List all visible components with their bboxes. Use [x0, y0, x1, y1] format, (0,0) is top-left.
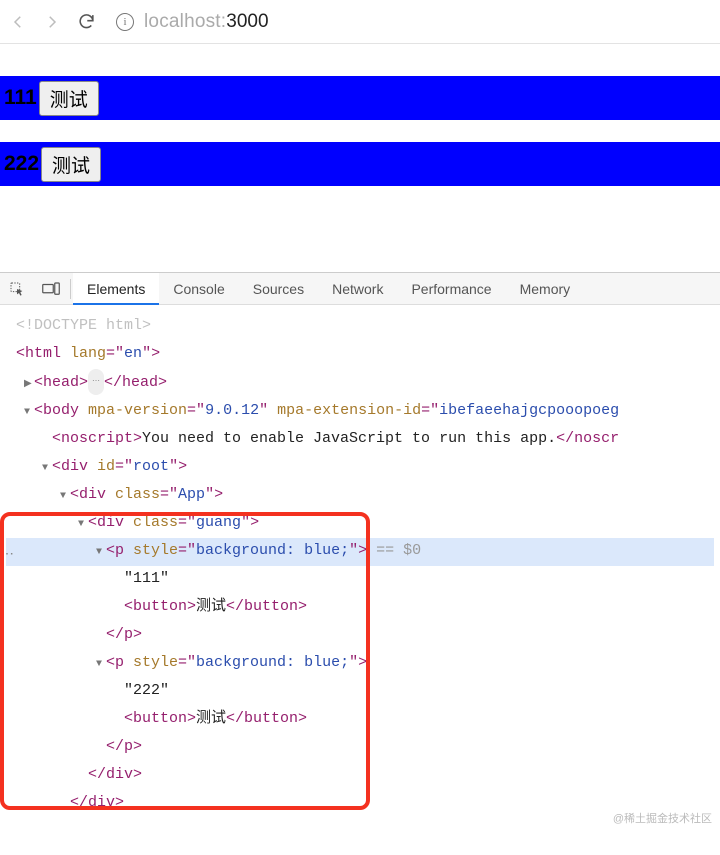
dom-line[interactable]: "222" — [6, 678, 714, 706]
content-row: 222 测试 — [0, 142, 720, 186]
dom-line[interactable]: ▼<p style="background: blue;"> — [6, 650, 714, 678]
dom-tree[interactable]: <!DOCTYPE html> <html lang="en"> ▶<head>… — [0, 305, 720, 838]
watermark: @稀土掘金技术社区 — [613, 806, 712, 832]
dom-line[interactable]: </div> — [6, 790, 714, 818]
content-row: 111 测试 — [0, 76, 720, 120]
dom-line[interactable]: ▼<div class="App"> — [6, 482, 714, 510]
dom-line[interactable]: </p> — [6, 734, 714, 762]
dom-line[interactable]: </div> — [6, 762, 714, 790]
dom-line[interactable]: <button>测试</button> — [6, 706, 714, 734]
address-bar[interactable]: i localhost:3000 — [110, 11, 712, 33]
site-info-icon[interactable]: i — [116, 13, 134, 31]
dom-line[interactable]: </p> — [6, 622, 714, 650]
devtools-tabbar: Elements Console Sources Network Perform… — [0, 273, 720, 305]
row-text: 111 — [4, 86, 37, 110]
dom-line[interactable]: <!DOCTYPE html> — [6, 313, 714, 341]
tab-network[interactable]: Network — [318, 273, 397, 305]
row-text: 222 — [4, 152, 39, 176]
tab-console[interactable]: Console — [159, 273, 238, 305]
separator — [70, 279, 71, 299]
test-button[interactable]: 测试 — [41, 147, 101, 182]
tab-performance[interactable]: Performance — [397, 273, 505, 305]
dom-line[interactable]: ▼<div id="root"> — [6, 454, 714, 482]
reload-button[interactable] — [76, 12, 96, 32]
inspect-element-icon[interactable] — [0, 273, 34, 305]
tab-memory[interactable]: Memory — [506, 273, 585, 305]
dom-line[interactable]: "111" — [6, 566, 714, 594]
dom-line[interactable]: <noscript>You need to enable JavaScript … — [6, 426, 714, 454]
browser-toolbar: i localhost:3000 — [0, 0, 720, 44]
devtools-panel: Elements Console Sources Network Perform… — [0, 272, 720, 838]
dom-line-selected[interactable]: ⋯▼<p style="background: blue;"> == $0 — [6, 538, 714, 566]
forward-button[interactable] — [42, 12, 62, 32]
url-text: localhost:3000 — [144, 11, 269, 33]
dom-line[interactable]: <button>测试</button> — [6, 594, 714, 622]
dom-line[interactable]: ▼<body mpa-version="9.0.12" mpa-extensio… — [6, 398, 714, 426]
dom-line[interactable]: ▶<head>⋯</head> — [6, 369, 714, 398]
dom-line[interactable]: <html lang="en"> — [6, 341, 714, 369]
test-button[interactable]: 测试 — [39, 81, 99, 116]
device-toggle-icon[interactable] — [34, 273, 68, 305]
page-viewport: 111 测试 222 测试 — [0, 44, 720, 186]
tab-elements[interactable]: Elements — [73, 273, 159, 305]
back-button[interactable] — [8, 12, 28, 32]
dom-line[interactable]: ▼<div class="guang"> — [6, 510, 714, 538]
tab-sources[interactable]: Sources — [239, 273, 318, 305]
